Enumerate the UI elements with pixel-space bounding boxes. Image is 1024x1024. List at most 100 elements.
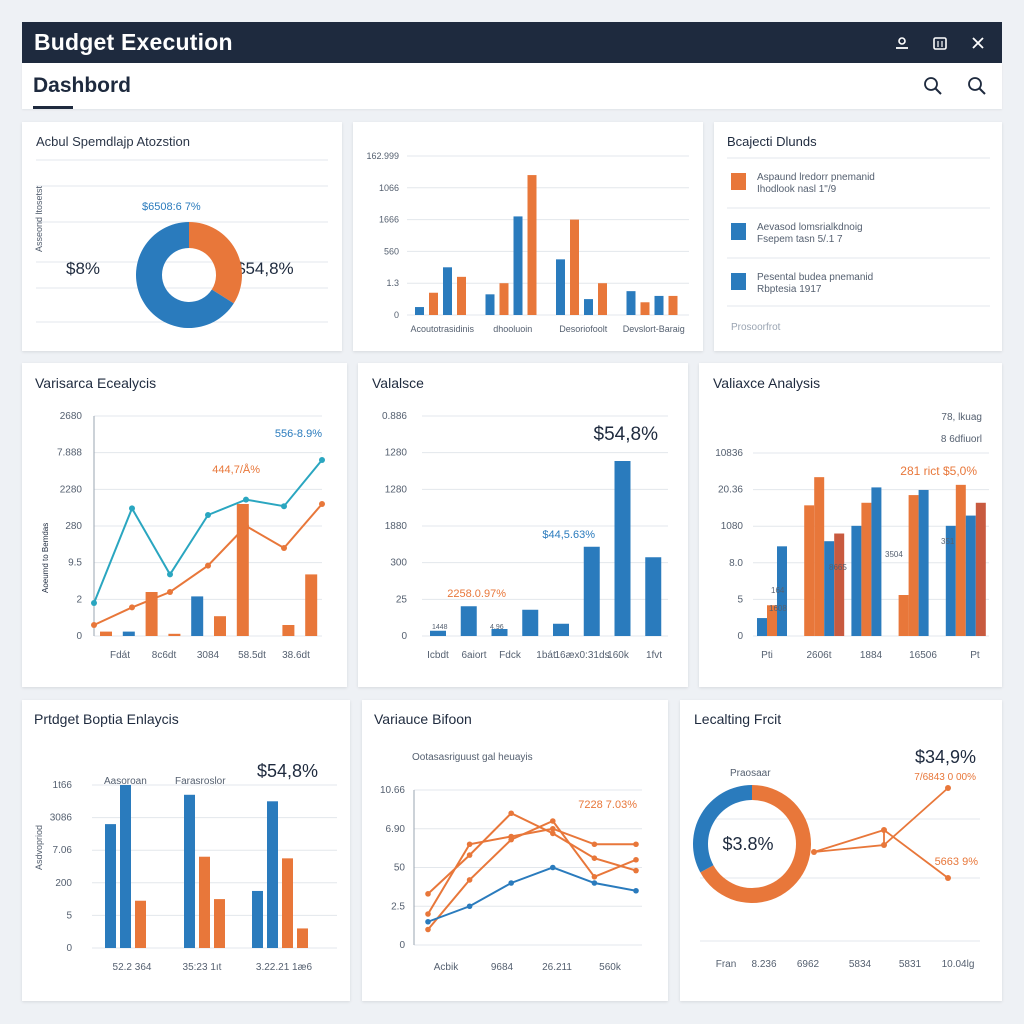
big-value: $34,9% xyxy=(915,747,976,767)
legend-swatch-2 xyxy=(731,223,746,240)
bar xyxy=(282,858,293,948)
x-tick-label: Desoriofoolt xyxy=(559,324,608,334)
bar-label: 1448 xyxy=(432,624,448,631)
data-point xyxy=(550,864,556,871)
data-point xyxy=(281,503,287,510)
data-point xyxy=(425,918,431,925)
bar xyxy=(570,219,579,315)
y-tick-label: 1880 xyxy=(385,521,408,532)
data-point xyxy=(466,852,473,858)
budget-analysis-chart: Prtdget Boptia EnlaycisAasoroan Farasrosl… xyxy=(34,711,337,973)
annotation: 281 rict $5,0% xyxy=(900,464,977,478)
y-tick-label: 8.0 xyxy=(729,558,743,569)
data-point xyxy=(945,785,951,791)
grouped-bar-panel: 162.999 1066 1666 560 1.3 0 Acoutotrasidinis dh… xyxy=(353,122,703,351)
annotation: 5663 9% xyxy=(935,856,979,868)
y-tick-label: 10.66 xyxy=(380,785,405,796)
bar xyxy=(965,515,976,636)
search-icon[interactable] xyxy=(966,75,988,97)
bar xyxy=(457,276,466,315)
y-tick-label: 1280 xyxy=(385,484,408,495)
x-tick-label: 3084 xyxy=(197,650,220,661)
y-tick-label: 200 xyxy=(55,878,72,889)
bar xyxy=(443,267,452,315)
y-tick-label: 300 xyxy=(390,558,407,569)
bar xyxy=(430,630,446,636)
annotation: 7228 7.03% xyxy=(578,799,637,811)
bar-label: 8665 xyxy=(829,563,847,572)
bar xyxy=(135,900,146,948)
data-point xyxy=(591,874,598,880)
bar xyxy=(522,609,539,636)
bar xyxy=(214,899,225,948)
y-tick-label: 1080 xyxy=(721,521,744,532)
bar xyxy=(640,302,650,315)
bar xyxy=(184,794,195,948)
legend-2-line2: Fsepem tasn 5/.1 7 xyxy=(757,234,843,245)
data-point xyxy=(319,457,325,463)
legend-1-line1: Aspaund lredorr pnemanid xyxy=(757,172,875,183)
chart-subtitle: Ootasasriguust gal heuayis xyxy=(412,752,533,763)
y-tick-label: 0 xyxy=(399,940,405,951)
x-tick-label: 560k xyxy=(599,962,622,973)
calendar-icon[interactable] xyxy=(930,33,950,53)
data-point xyxy=(466,841,473,848)
bar xyxy=(499,283,509,315)
y-tick-label: 280 xyxy=(65,521,82,532)
annotation: 556-8.9% xyxy=(275,428,322,440)
data-point xyxy=(91,622,97,628)
y-tick-label: 7.888 xyxy=(57,448,82,459)
y-tick-label: 560 xyxy=(384,246,399,256)
bar xyxy=(668,295,678,315)
chart-subtitle: Praosaar xyxy=(730,768,771,779)
y-tick-label: 2280 xyxy=(60,484,83,495)
data-point xyxy=(633,856,639,863)
panel-title: Varisarca Ecealycis xyxy=(35,375,156,391)
bar-label: 4.96 xyxy=(490,624,504,631)
y-tick-label: 0 xyxy=(401,631,407,642)
search-icon[interactable] xyxy=(922,75,944,97)
bar xyxy=(908,495,919,636)
bar xyxy=(460,606,477,636)
y-tick-label: 5 xyxy=(66,910,72,921)
dashboard-header: Dashbord xyxy=(22,63,1002,109)
spending-allocation-panel: Acbul Spemdlajp Atozstion Asseond ltoset… xyxy=(22,122,342,351)
y-tick-label: 6.90 xyxy=(386,824,406,835)
bar xyxy=(645,557,662,636)
data-point xyxy=(129,505,135,512)
bar xyxy=(429,292,438,315)
series-line xyxy=(883,829,949,879)
window-titlebar: Budget Execution xyxy=(22,22,1002,63)
x-tick-label: 16506 xyxy=(909,650,937,661)
annotation: 2258.0.97% xyxy=(447,588,506,600)
y-tick-label: 2 xyxy=(76,594,82,605)
legend-swatch-1 xyxy=(731,173,746,190)
data-point xyxy=(591,841,598,848)
bar xyxy=(553,623,569,636)
bar xyxy=(191,596,204,636)
x-tick-label: 3.22.21 1æ6 xyxy=(256,962,313,973)
y-tick-label: 1280 xyxy=(385,448,408,459)
x-tick-label: 1fvt xyxy=(646,650,662,661)
legend-1-line2: Ihodlook nasl 1"/9 xyxy=(757,184,837,195)
x-tick-label: 5834 xyxy=(849,959,872,970)
series-line xyxy=(93,459,323,604)
close-icon[interactable] xyxy=(968,33,988,53)
bar xyxy=(654,295,664,315)
bar xyxy=(814,477,825,636)
x-tick-label: 52.2 364 xyxy=(113,962,152,973)
right-value: $54,8% xyxy=(236,259,294,278)
bar xyxy=(834,533,845,636)
user-icon[interactable] xyxy=(892,33,912,53)
x-tick-label: 38.6dt xyxy=(282,650,310,661)
data-point xyxy=(91,600,97,606)
bar xyxy=(415,307,424,315)
x-tick-label: Pti xyxy=(761,650,773,661)
tab-dashboard[interactable]: Dashbord xyxy=(33,63,131,109)
data-point xyxy=(466,877,473,883)
bar xyxy=(168,633,181,636)
data-point xyxy=(425,911,431,917)
x-tick-label: 58.5dt xyxy=(238,650,266,661)
x-tick-label: Fdck xyxy=(499,650,522,661)
data-point xyxy=(508,836,514,843)
